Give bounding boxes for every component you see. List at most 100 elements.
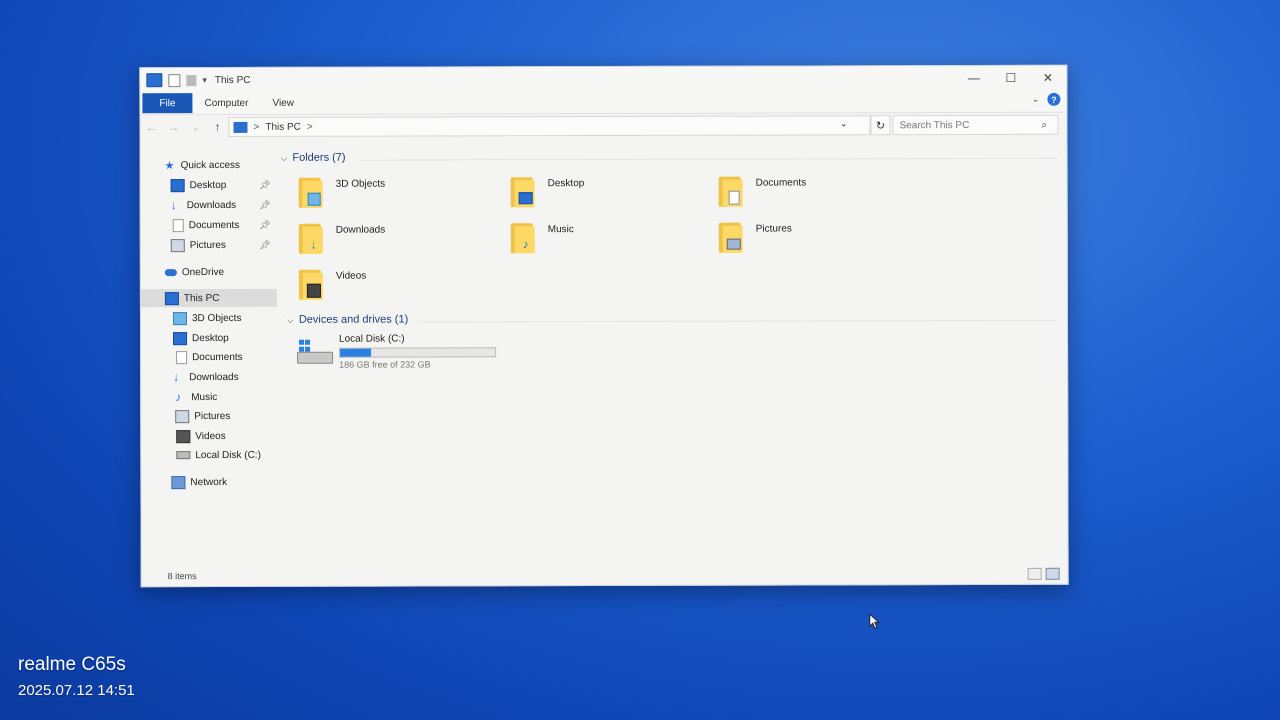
document-icon [172,218,184,232]
nav-quick-pictures[interactable]: Pictures 📌︎ [141,236,277,254]
address-dropdown-chevron-icon[interactable]: ⌄ [840,118,848,129]
drive-usage-fill [340,348,371,357]
folders-group-header[interactable]: ⌵ Folders (7) [281,152,346,164]
ribbon-right: ⌄ ? [1032,92,1061,106]
properties-icon[interactable] [168,73,181,87]
devices-group-header[interactable]: ⌵ Devices and drives (1) [287,314,408,326]
folder-label: Music [547,224,574,236]
nav-pc-videos[interactable]: Videos [141,427,277,445]
nav-label: 3D Objects [191,312,242,324]
maximize-button[interactable]: ☐ [992,66,1029,90]
breadcrumb-separator[interactable]: > [253,121,259,132]
this-pc-icon [233,121,248,133]
tab-view[interactable]: View [260,97,306,108]
nav-quick-access[interactable]: ★ Quick access [141,156,277,174]
nav-label: Network [190,476,228,488]
folder-pictures[interactable]: Pictures [718,220,919,261]
folder-icon [718,222,743,253]
refresh-button[interactable]: ↻ [870,115,891,136]
nav-label: Local Disk (C:) [195,449,261,461]
nav-this-pc[interactable]: This PC [140,288,277,308]
large-icons-view-icon[interactable] [1045,567,1060,580]
breadcrumb-separator[interactable]: > [307,121,313,132]
new-folder-icon[interactable] [186,74,197,86]
folder-desktop[interactable]: Desktop [510,175,711,216]
item-count: 8 items [167,571,197,582]
music-note-icon: ♪ [522,237,529,252]
cloud-icon [164,268,177,276]
help-icon[interactable]: ? [1047,92,1061,106]
navigation-pane: ★ Quick access Desktop 📌︎ ↓ Downloads 📌︎… [140,148,278,566]
pictures-icon [175,409,190,423]
cube-icon [172,311,187,325]
recent-locations-chevron-icon[interactable]: ⌄ [184,123,206,132]
desktop-icon [518,191,533,205]
nav-quick-documents[interactable]: Documents 📌︎ [141,216,277,234]
film-icon [306,283,321,298]
pin-icon[interactable]: 📌︎ [259,179,270,190]
search-input[interactable] [893,118,1042,132]
close-button[interactable]: ✕ [1029,66,1066,90]
nav-pc-3d-objects[interactable]: 3D Objects [141,309,277,327]
collapse-chevron-icon[interactable]: ⌵ [281,152,288,163]
folder-downloads[interactable]: ↓ Downloads [298,221,499,262]
up-button[interactable]: ↑ [206,120,228,134]
nav-network[interactable]: Network [141,473,277,491]
folder-icon [510,177,535,208]
nav-label: Pictures [189,239,226,251]
nav-label: Documents [192,351,243,363]
download-arrow-icon: ↓ [310,237,317,252]
nav-pc-downloads[interactable]: ↓ Downloads [141,368,277,386]
drive-local-disk-c[interactable]: Local Disk (C:) 186 GB free of 232 GB [297,333,557,374]
document-icon [176,350,188,364]
ribbon-tabs: File Computer View ⌄ ? [140,89,1067,116]
folder-label: Desktop [547,178,585,190]
nav-pc-pictures[interactable]: Pictures [141,407,277,425]
folder-icon [718,176,743,207]
nav-label: Quick access [180,159,241,171]
folder-documents[interactable]: Documents [718,174,919,215]
content-pane: ⌵ Folders (7) 3D Objects Desktop Documen… [279,146,1068,629]
folder-label: 3D Objects [335,178,386,190]
nav-label: Downloads [189,371,239,383]
nav-pc-local-disk[interactable]: Local Disk (C:) [141,446,277,464]
nav-label: Documents [188,219,240,231]
nav-label: Videos [195,430,226,442]
pin-icon[interactable]: 📌︎ [259,199,270,210]
pin-icon[interactable]: 📌︎ [259,219,270,230]
folder-videos[interactable]: Videos [298,267,499,308]
hard-drive-icon [297,339,334,364]
folder-label: Pictures [755,223,792,235]
tab-file[interactable]: File [142,93,193,114]
nav-pc-desktop[interactable]: Desktop [141,329,277,347]
download-arrow-icon: ↓ [170,198,177,213]
folder-music[interactable]: ♪ Music [510,221,711,262]
folder-3d-objects[interactable]: 3D Objects [298,175,499,216]
minimize-button[interactable]: — [955,66,992,90]
camera-watermark-device: realme C65s [18,654,126,675]
view-buttons [1027,567,1060,580]
nav-label: Pictures [194,410,231,422]
nav-quick-desktop[interactable]: Desktop 📌︎ [141,176,277,194]
nav-pc-music[interactable]: ♪ Music [141,388,277,406]
nav-onedrive[interactable]: OneDrive [141,263,277,281]
address-bar[interactable]: > This PC > ⌄ [228,115,871,137]
breadcrumb-this-pc[interactable]: This PC [265,121,301,132]
group-divider [358,157,1059,161]
expand-ribbon-chevron-icon[interactable]: ⌄ [1032,94,1040,105]
tab-computer[interactable]: Computer [193,97,261,108]
nav-quick-downloads[interactable]: ↓ Downloads 📌︎ [141,196,277,214]
search-icon[interactable]: ⌕ [1041,119,1047,130]
nav-label: OneDrive [181,266,225,278]
pin-icon[interactable]: 📌︎ [259,239,270,250]
details-view-icon[interactable] [1027,567,1042,580]
collapse-chevron-icon[interactable]: ⌵ [287,314,294,325]
windows-logo-icon [299,339,311,352]
search-box[interactable]: ⌕ [892,114,1059,136]
forward-button[interactable]: → [162,120,184,134]
customize-toolbar-chevron-icon[interactable]: ▾ [202,75,207,86]
camera-watermark-datetime: 2025.07.12 14:51 [18,682,135,699]
nav-pc-documents[interactable]: Documents [141,348,277,366]
back-button[interactable]: ← [140,120,162,134]
download-arrow-icon: ↓ [173,370,180,385]
